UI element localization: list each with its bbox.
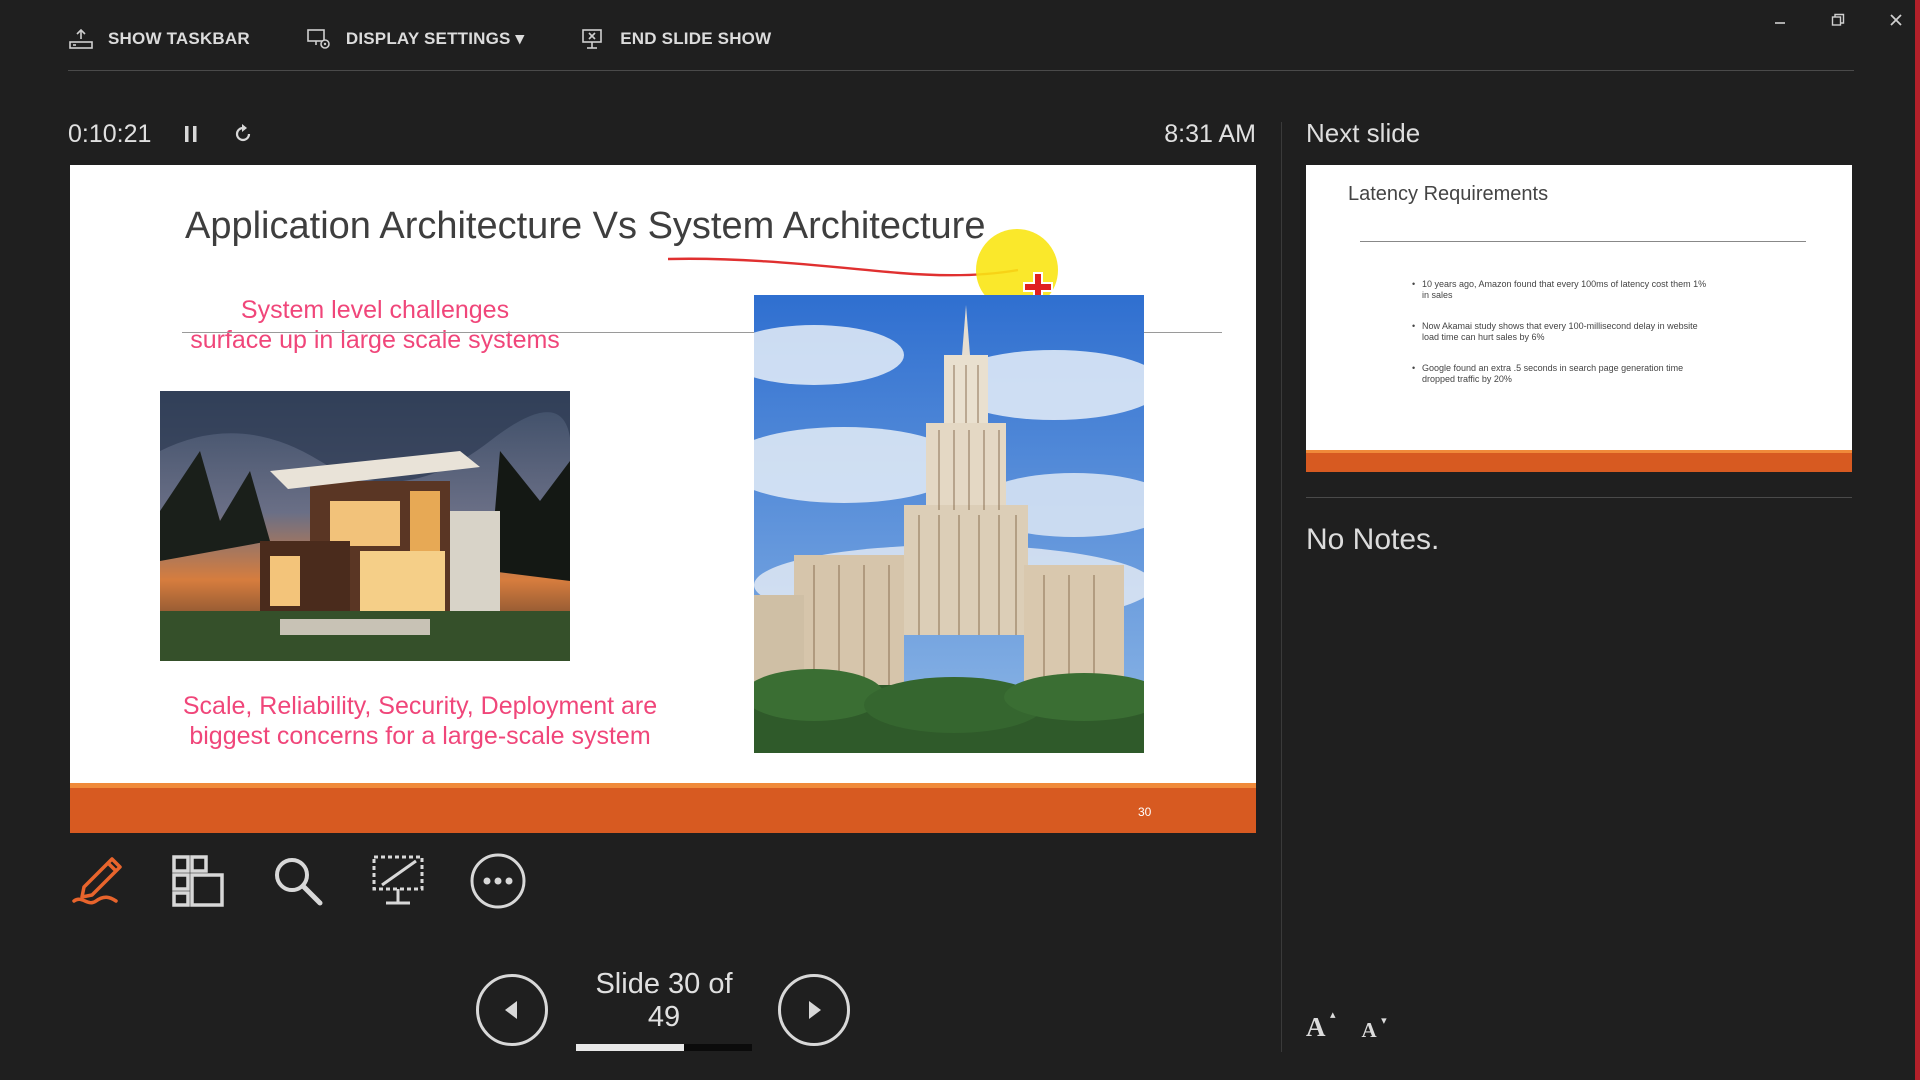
window-edge <box>1915 0 1920 1080</box>
slide-number: 30 <box>1138 805 1152 819</box>
next-slide-title: Latency Requirements <box>1348 183 1549 205</box>
decrease-arrow-icon: ▾ <box>1381 1014 1387 1027</box>
increase-font-button[interactable]: A ▴ <box>1306 1008 1336 1043</box>
end-show-icon <box>582 29 603 49</box>
next-slide-footer-bar <box>1306 450 1852 472</box>
magnifier-icon <box>275 858 323 906</box>
previous-slide-button[interactable] <box>476 973 548 1046</box>
slide-footer-bar <box>70 783 1256 833</box>
presenter-tools <box>68 850 528 912</box>
next-slide-rule <box>1360 241 1806 242</box>
display-settings-label: DISPLAY SETTINGS ▾ <box>345 29 525 48</box>
pause-icon[interactable] <box>179 122 203 146</box>
end-slide-show-button[interactable]: END SLIDE SHOW <box>580 27 771 51</box>
notes-divider <box>1306 497 1852 498</box>
more-icon <box>470 853 526 909</box>
window-controls <box>1766 6 1910 34</box>
current-slide[interactable]: Application Architecture Vs System Archi… <box>70 165 1256 833</box>
slide-progress-fill <box>576 1044 684 1051</box>
restart-timer-icon[interactable] <box>231 122 255 146</box>
next-slide-bullets: 10 years ago, Amazon found that every 10… <box>1412 279 1712 405</box>
close-button[interactable] <box>1882 6 1910 34</box>
speaker-notes: No Notes. <box>1306 523 1440 556</box>
decrease-font-button[interactable]: A ▾ <box>1361 1014 1387 1043</box>
presenter-toolbar: SHOW TASKBAR DISPLAY SETTINGS ▾ END SLID… <box>68 20 771 58</box>
taskbar-icon <box>69 28 93 49</box>
subheading-line-2: surface up in large scale systems <box>190 326 560 354</box>
end-slide-show-label: END SLIDE SHOW <box>620 29 772 48</box>
black-screen-button[interactable] <box>368 850 428 912</box>
show-taskbar-button[interactable]: SHOW TASKBAR <box>68 27 250 51</box>
increase-arrow-icon: ▴ <box>1329 1008 1336 1021</box>
zoom-button[interactable] <box>268 850 328 912</box>
body-line-1: Scale, Reliability, Security, Deployment… <box>182 692 658 720</box>
next-slide-bullet: 10 years ago, Amazon found that every 10… <box>1412 279 1712 301</box>
more-options-button[interactable] <box>468 850 528 912</box>
subheading-line-1: System level challenges <box>240 296 510 324</box>
next-slide-bullet: Now Akamai study shows that every 100-mi… <box>1412 321 1712 343</box>
next-slide-heading: Next slide <box>1306 118 1421 148</box>
pen-tool-button[interactable] <box>68 850 128 912</box>
skyscraper-image <box>754 295 1144 753</box>
elapsed-timer: 0:10:21 <box>68 119 152 148</box>
next-arrow-icon <box>809 1000 821 1019</box>
next-slide-preview[interactable]: Latency Requirements 10 years ago, Amazo… <box>1306 165 1852 472</box>
panel-divider <box>1281 122 1282 1052</box>
toolbar-divider <box>68 70 1854 71</box>
slide-counter-label: Slide 30 of 49 <box>595 968 733 1033</box>
notes-font-controls: A ▴ A ▾ <box>1306 1008 1387 1043</box>
pen-icon <box>72 857 122 905</box>
restore-icon <box>1831 13 1845 26</box>
body-line-2: biggest concerns for a large-scale syste… <box>189 722 651 750</box>
timer-row: 0:10:21 8:31 AM <box>68 116 1256 152</box>
see-all-slides-button[interactable] <box>168 850 228 912</box>
grid-icon <box>172 855 224 907</box>
display-settings-icon <box>307 29 330 49</box>
slide-navigation: Slide 30 of 49 <box>476 968 850 1051</box>
show-taskbar-label: SHOW TASKBAR <box>108 29 250 48</box>
increase-font-label: A <box>1306 1012 1326 1042</box>
house-image <box>160 391 570 661</box>
slide-counter: Slide 30 of 49 <box>576 968 752 1051</box>
minimize-button[interactable] <box>1766 6 1794 34</box>
slide-subheading: System level challenges surface up in la… <box>160 295 590 355</box>
next-slide-button[interactable] <box>778 973 850 1046</box>
minimize-icon <box>1775 22 1785 24</box>
display-settings-button[interactable]: DISPLAY SETTINGS ▾ <box>306 27 524 51</box>
black-screen-icon <box>372 855 424 905</box>
current-time: 8:31 AM <box>1164 119 1256 148</box>
close-icon <box>1890 14 1902 26</box>
restore-button[interactable] <box>1824 6 1852 34</box>
slide-progress-bar <box>576 1044 752 1051</box>
decrease-font-label: A <box>1361 1018 1377 1042</box>
slide-body-text: Scale, Reliability, Security, Deployment… <box>140 691 700 751</box>
next-slide-bullet: Google found an extra .5 seconds in sear… <box>1412 363 1712 385</box>
previous-arrow-icon <box>505 1000 517 1019</box>
